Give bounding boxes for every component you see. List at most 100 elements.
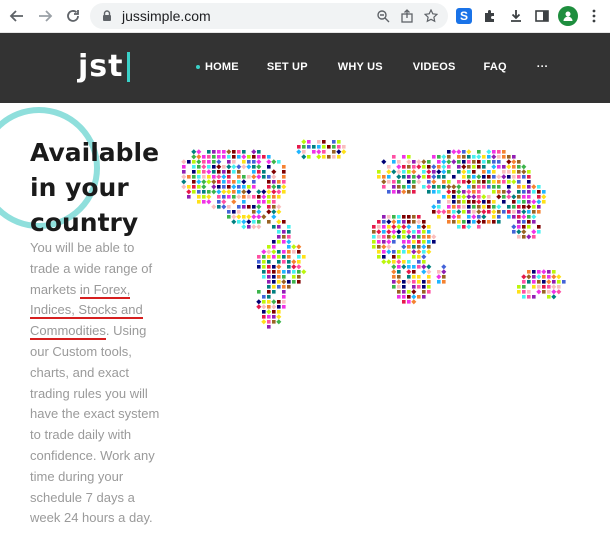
map-dot [412,255,416,259]
site-logo[interactable]: jst [78,49,131,84]
map-dot [207,175,211,179]
puzzle-icon[interactable] [480,6,500,26]
map-dot [422,285,426,289]
nav-more-icon[interactable]: ··· [537,61,549,73]
map-dot [537,280,541,284]
map-dot [267,285,271,289]
share-icon[interactable] [398,7,416,25]
map-dot [456,189,462,195]
map-dot [477,150,481,154]
map-dot [502,190,506,194]
map-dot [292,280,296,284]
map-dot [472,210,476,214]
map-dot [267,255,271,259]
map-dot [477,215,481,219]
map-dot [257,195,261,199]
map-dot [266,209,272,215]
map-dot [466,224,472,230]
map-dot [406,269,412,275]
map-dot [532,275,536,279]
zoom-icon[interactable] [374,7,392,25]
map-dot [407,275,411,279]
map-dot [291,259,297,265]
star-icon[interactable] [422,7,440,25]
lock-icon[interactable] [98,7,116,25]
map-dot [461,164,467,170]
map-dot [447,220,451,224]
browser-toolbar: jussimple.com S [0,0,610,33]
nav-setup[interactable]: SET UP [267,61,308,73]
map-dot [527,175,531,179]
map-dot [281,279,287,285]
map-dot [382,175,386,179]
map-dot [472,220,476,224]
nav-why-us[interactable]: WHY US [338,61,383,73]
map-dot [237,185,241,189]
nav-home[interactable]: HOME [196,61,239,73]
map-dot [407,240,411,244]
map-dot [497,155,501,159]
map-dot [282,270,286,274]
map-dot [422,260,426,264]
profile-icon[interactable] [558,6,578,26]
map-dot [232,170,236,174]
map-dot [282,285,286,289]
map-dot [482,200,486,204]
map-dot [467,210,471,214]
url-text[interactable]: jussimple.com [122,8,368,24]
map-dot [386,259,392,265]
arrow-right-icon [39,10,53,22]
map-dot [216,164,222,170]
map-dot [267,155,271,159]
map-dot [292,275,296,279]
s-extension-icon[interactable]: S [454,6,474,26]
address-bar[interactable]: jussimple.com [90,3,448,29]
map-dot [457,220,461,224]
map-dot [202,175,206,179]
map-dot [541,194,547,200]
map-dot [426,249,432,255]
map-dot [537,185,541,189]
map-dot [207,160,211,164]
map-dot [372,235,376,239]
map-dot [246,164,252,170]
map-dot [242,150,246,154]
map-dot [482,220,486,224]
reload-button[interactable] [62,5,84,27]
nav-videos[interactable]: VIDEOS [413,61,456,73]
map-dot [446,159,452,165]
map-dot [512,200,516,204]
map-dot [547,270,551,274]
map-dot [442,180,446,184]
map-dot [497,180,501,184]
nav-faq[interactable]: FAQ [484,61,507,73]
map-dot [427,290,431,294]
download-icon[interactable] [506,6,526,26]
map-dot [436,169,442,175]
map-dot [527,215,531,219]
map-dot [551,294,557,300]
map-dot [322,150,326,154]
map-dot [267,200,271,204]
sidebar-icon[interactable] [532,6,552,26]
back-button[interactable] [6,5,28,27]
map-dot [336,149,342,155]
map-dot [192,165,196,169]
map-dot [182,170,186,174]
map-dot [521,274,527,280]
map-dot [272,320,276,324]
map-dot [507,170,511,174]
map-dot [237,205,241,209]
forward-button[interactable] [34,5,56,27]
map-dot [282,300,286,304]
map-dot [247,205,251,209]
map-dot [417,260,421,264]
map-dot [397,220,401,224]
map-dot [272,280,276,284]
menu-dots-icon[interactable] [584,6,604,26]
map-dot [206,199,212,205]
map-dot [412,270,416,274]
map-dot [477,185,481,189]
map-dot [337,140,341,144]
map-dot [301,154,307,160]
